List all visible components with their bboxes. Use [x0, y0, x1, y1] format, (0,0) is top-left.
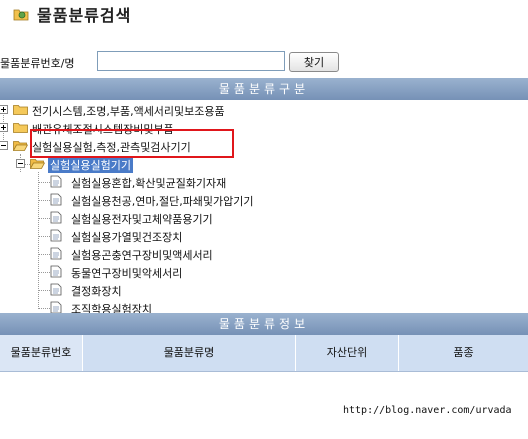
tree-item-label: 실험용곤충연구장비및액세서리 — [71, 249, 213, 262]
column-header-name[interactable]: 물품분류명 — [83, 335, 296, 371]
column-header-type[interactable]: 품종 — [399, 335, 528, 371]
tree-leaf[interactable]: 실험용곤충연구장비및액세서리 — [50, 245, 350, 263]
expand-plus-icon[interactable] — [0, 105, 8, 114]
tree-connector — [38, 218, 50, 219]
annotation-highlight-box — [30, 129, 234, 158]
tree-item-label: 결정화장치 — [71, 285, 122, 298]
collapse-minus-icon[interactable] — [0, 141, 8, 150]
title-bar: 물품분류검색 — [0, 0, 528, 28]
tree-leaf[interactable]: 실험실용혼합,확산및균질화기자재 — [50, 173, 350, 191]
tree-connector — [38, 200, 50, 201]
tree-item-label: 실험실용실험기기 — [48, 157, 133, 173]
tree-connector — [38, 290, 50, 291]
document-icon — [50, 229, 62, 242]
folder-icon — [13, 105, 28, 115]
collapse-minus-icon[interactable] — [16, 159, 25, 168]
column-header-code[interactable]: 물품분류번호 — [0, 335, 83, 371]
tree-connector — [38, 172, 39, 307]
tree-leaf[interactable]: 실험실용천공,연마,절단,파쇄및가압기기 — [50, 191, 350, 209]
folder-icon — [13, 123, 28, 133]
document-icon — [50, 211, 62, 224]
tree-leaf[interactable]: 결정화장치 — [50, 281, 350, 299]
search-label: 물품분류번호/명 — [0, 57, 75, 70]
tree-connector — [38, 236, 50, 237]
tree-item-label: 전기시스템,조명,부품,액세서리및보조용품 — [32, 105, 225, 118]
tree-item-label: 동물연구장비및악세서리 — [71, 267, 183, 280]
document-icon — [50, 301, 62, 313]
expand-plus-icon[interactable] — [0, 123, 8, 132]
search-row: 물품분류번호/명 찾기 — [0, 51, 528, 73]
tree-connector — [38, 272, 50, 273]
document-icon — [50, 283, 62, 296]
document-icon — [50, 193, 62, 206]
info-table-header: 물품분류번호 물품분류명 자산단위 품종 — [0, 335, 528, 372]
tree-item-electrical[interactable]: 전기시스템,조명,부품,액세서리및보조용품 — [0, 101, 300, 119]
tree-item-label: 실험실용천공,연마,절단,파쇄및가압기기 — [71, 195, 254, 208]
document-icon — [50, 265, 62, 278]
tree-leaf[interactable]: 실험실용전자및고체약품용기기 — [50, 209, 350, 227]
document-icon — [50, 247, 62, 260]
tree-item-label: 실험실용전자및고체약품용기기 — [71, 213, 213, 226]
search-input[interactable] — [97, 51, 285, 71]
tree-connector — [38, 182, 50, 183]
page-title: 물품분류검색 — [37, 6, 132, 25]
tree-item-label: 조직학용실험장치 — [71, 303, 152, 313]
tree-section-header: 물품분류구분 — [0, 78, 528, 100]
tree-connector — [38, 254, 50, 255]
document-icon — [50, 175, 62, 188]
tree-item-label: 실험실용가열및건조장치 — [71, 231, 183, 244]
tree-leaf[interactable]: 조직학용실험장치 — [50, 299, 350, 313]
search-button[interactable]: 찾기 — [289, 52, 339, 72]
open-folder-icon — [13, 141, 28, 151]
tree-connector — [38, 308, 50, 309]
column-header-asset-unit[interactable]: 자산단위 — [296, 335, 399, 371]
tree-leaf[interactable]: 실험실용가열및건조장치 — [50, 227, 350, 245]
open-folder-icon — [30, 159, 45, 169]
tree-leaf[interactable]: 동물연구장비및악세서리 — [50, 263, 350, 281]
folder-search-icon — [13, 9, 29, 21]
info-section-header: 물품분류정보 — [0, 313, 528, 335]
watermark-url: http://blog.naver.com/urvada — [343, 405, 512, 416]
tree-item-label: 실험실용혼합,확산및균질화기자재 — [71, 177, 227, 190]
